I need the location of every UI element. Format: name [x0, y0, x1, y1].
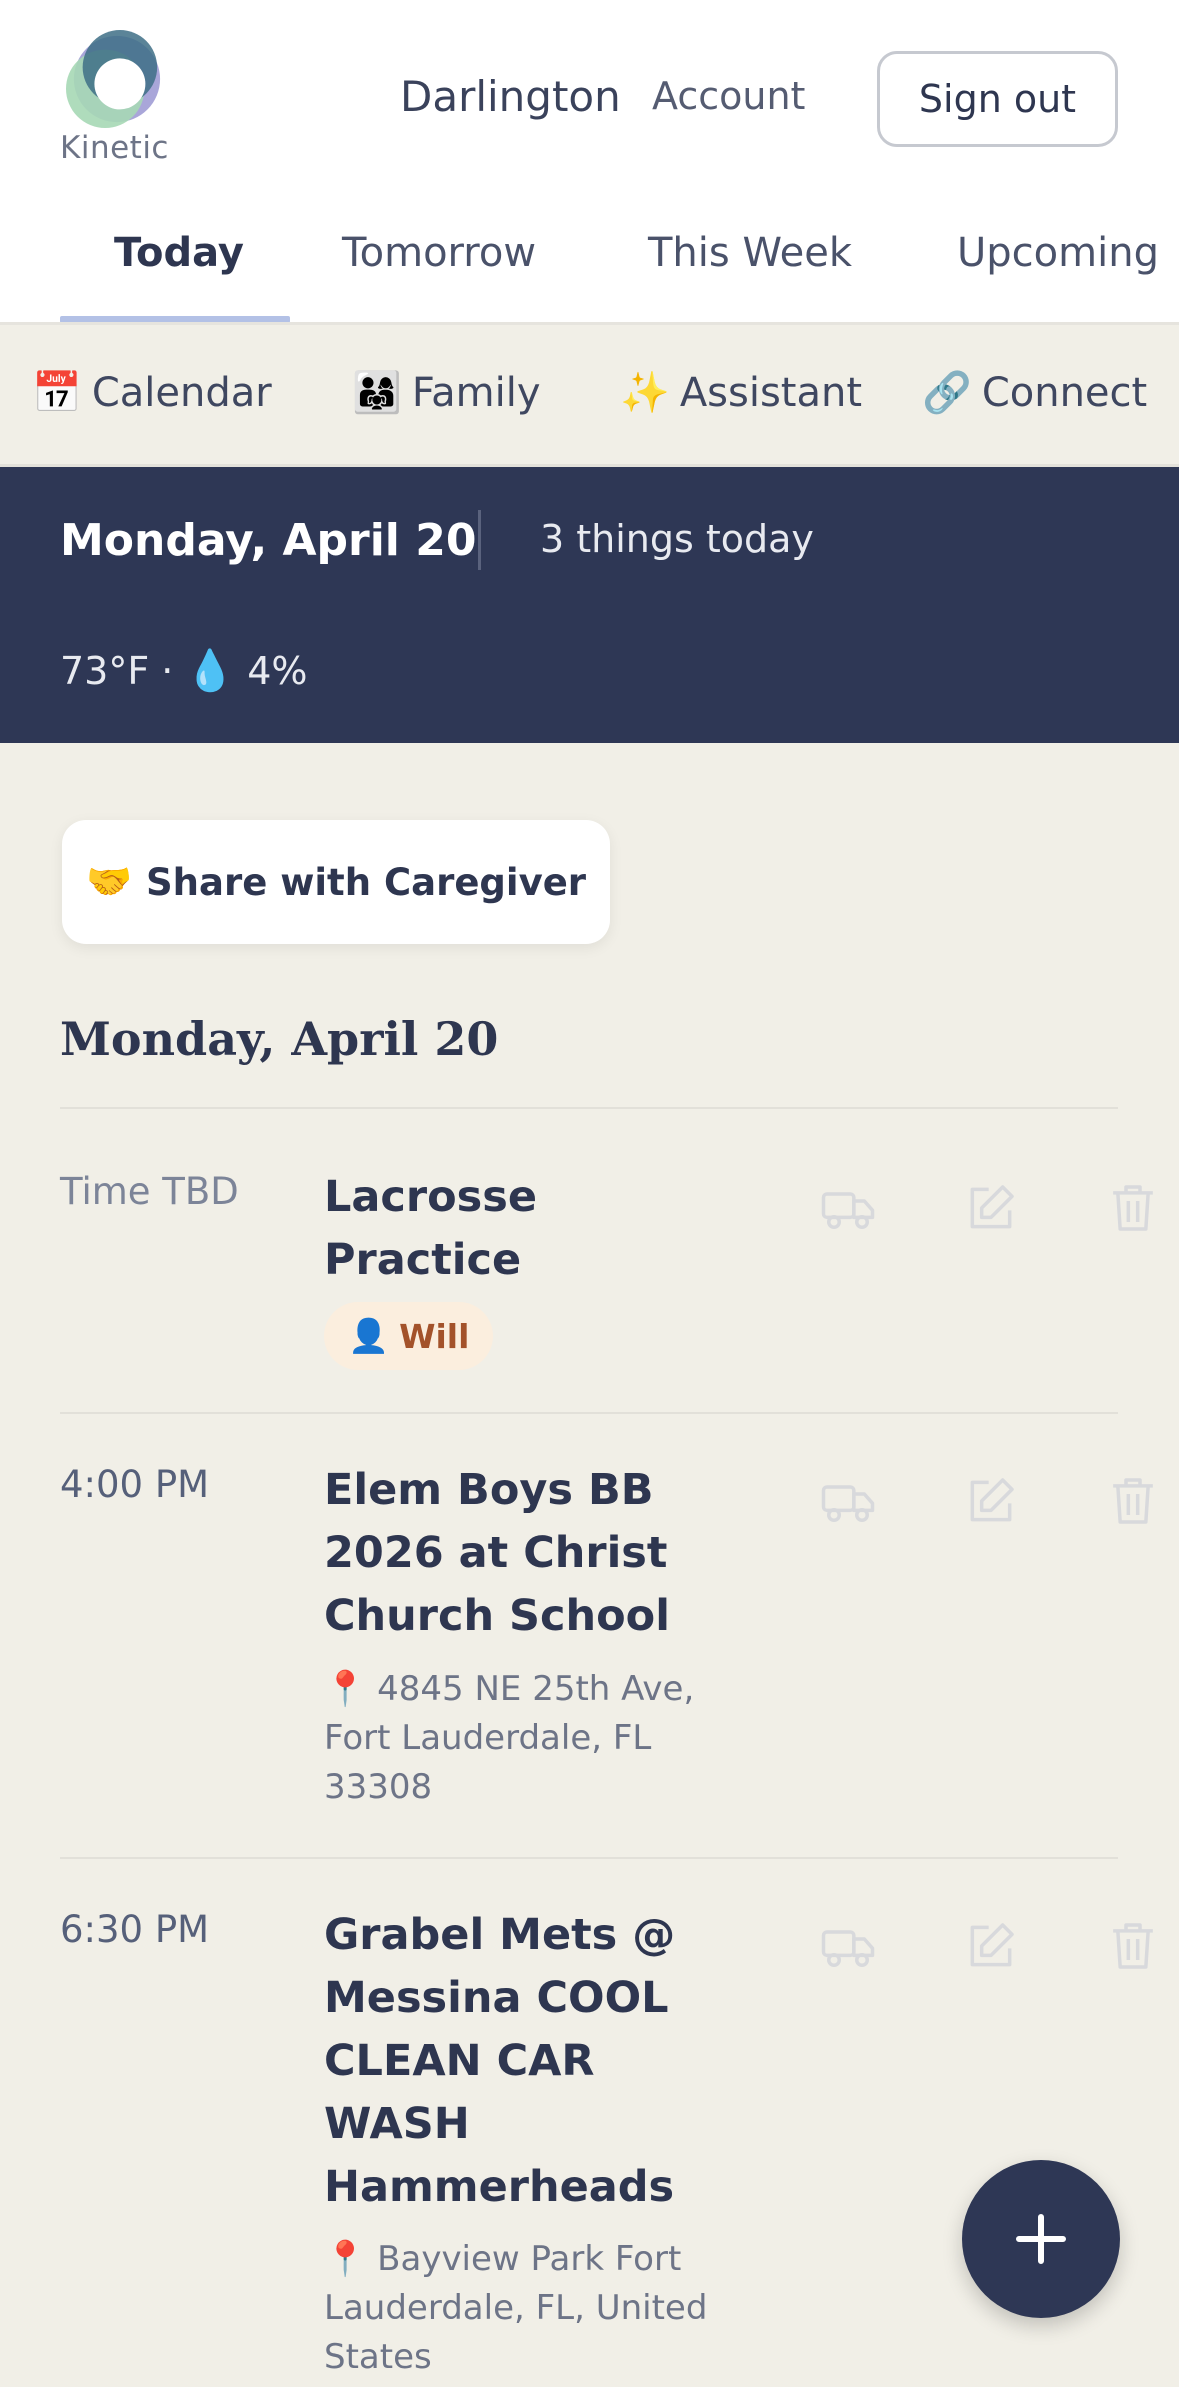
banner-date: Monday, April 20 — [60, 515, 477, 566]
person-icon: 👤 — [348, 1316, 390, 1355]
nav-assistant-label: Assistant — [679, 369, 863, 416]
event-actions — [760, 1918, 1153, 1978]
event-title: Elem Boys BB 2026 at Christ Church Schoo… — [324, 1465, 670, 1641]
weather-summary: 73°F · 💧 4% — [60, 647, 307, 694]
assignee-badge[interactable]: 👤 Will — [324, 1302, 494, 1370]
things-count: 3 things today — [540, 517, 814, 561]
nav-assistant[interactable]: ✨ Assistant — [620, 369, 863, 417]
event-title: Grabel Mets @ Messina COOL CLEAN CAR WAS… — [324, 1910, 676, 2212]
divider — [60, 1412, 1118, 1414]
handshake-icon: 🤝 — [85, 860, 133, 903]
day-tabs: Today Tomorrow This Week Upcoming — [0, 200, 1179, 325]
date-banner: Monday, April 20 3 things today 73°F · 💧… — [0, 467, 1179, 743]
event-location: 📍 4845 NE 25th Ave, Fort Lauderdale, FL … — [324, 1665, 744, 1812]
event-title: Lacrosse Practice — [324, 1172, 538, 1285]
event-item[interactable]: Time TBD Lacrosse Practice 👤 Will — [60, 1170, 1153, 1410]
nav-calendar[interactable]: 📅 Calendar — [32, 369, 272, 417]
pin-icon: 📍 — [324, 1669, 367, 1709]
share-label: Share with Caregiver — [146, 860, 587, 904]
sign-out-button[interactable]: Sign out — [877, 51, 1118, 147]
share-with-caregiver-button[interactable]: 🤝 Share with Caregiver — [62, 820, 610, 944]
event-time: 6:30 PM — [60, 1908, 210, 1951]
calendar-icon: 📅 — [32, 370, 82, 416]
event-actions — [760, 1473, 1153, 1533]
banner-divider — [478, 510, 481, 570]
tab-upcoming[interactable]: Upcoming — [957, 230, 1159, 276]
trash-icon[interactable] — [1105, 1473, 1161, 1529]
day-heading: Monday, April 20 — [60, 1012, 499, 1066]
car-icon[interactable] — [820, 1180, 876, 1236]
nav-connect-label: Connect — [981, 369, 1148, 416]
plus-icon — [1016, 2214, 1066, 2264]
active-tab-indicator — [60, 316, 290, 322]
tab-tomorrow[interactable]: Tomorrow — [342, 230, 536, 276]
logo-text: Kinetic — [60, 130, 169, 166]
link-icon: 🔗 — [922, 370, 972, 416]
raindrop-icon: 💧 — [185, 648, 236, 694]
event-address[interactable]: 4845 NE 25th Ave, Fort Lauderdale, FL 33… — [324, 1669, 694, 1807]
divider — [60, 1857, 1118, 1859]
account-link[interactable]: Account — [652, 74, 805, 118]
edit-icon[interactable] — [963, 1473, 1019, 1529]
temperature: 73°F · — [60, 648, 174, 693]
kinetic-logo[interactable]: Kinetic — [60, 30, 170, 170]
edit-icon[interactable] — [963, 1918, 1019, 1974]
nav-family[interactable]: 👨‍👩‍👧 Family — [352, 369, 541, 417]
tab-this-week[interactable]: This Week — [648, 230, 852, 276]
precipitation: 4% — [247, 648, 308, 693]
car-icon[interactable] — [820, 1918, 876, 1974]
nav-family-label: Family — [411, 369, 541, 416]
event-item[interactable]: 6:30 PM Grabel Mets @ Messina COOL CLEAN… — [60, 1908, 1153, 2387]
event-address[interactable]: Bayview Park Fort Lauderdale, FL, United… — [324, 2239, 707, 2377]
kinetic-logo-icon — [66, 30, 161, 128]
event-location: 📍 Bayview Park Fort Lauderdale, FL, Unit… — [324, 2235, 744, 2382]
family-icon: 👨‍👩‍👧 — [352, 370, 402, 416]
divider — [60, 1107, 1118, 1109]
event-time: 4:00 PM — [60, 1463, 210, 1506]
section-nav: 📅 Calendar 👨‍👩‍👧 Family ✨ Assistant 🔗 Co… — [0, 325, 1179, 467]
pin-icon: 📍 — [324, 2239, 367, 2279]
nav-calendar-label: Calendar — [91, 369, 272, 416]
trash-icon[interactable] — [1105, 1180, 1161, 1236]
add-event-button[interactable] — [962, 2160, 1120, 2318]
event-item[interactable]: 4:00 PM Elem Boys BB 2026 at Christ Chur… — [60, 1463, 1153, 1813]
assignee-name: Will — [399, 1316, 470, 1356]
tab-today[interactable]: Today — [114, 230, 244, 276]
car-icon[interactable] — [820, 1473, 876, 1529]
edit-icon[interactable] — [963, 1180, 1019, 1236]
user-name-link[interactable]: Darlington — [400, 72, 621, 121]
event-time: Time TBD — [60, 1170, 239, 1213]
event-actions — [760, 1180, 1153, 1240]
nav-connect[interactable]: 🔗 Connect — [922, 369, 1148, 417]
app-header: Kinetic Darlington Account Sign out — [0, 0, 1179, 200]
sparkles-icon: ✨ — [620, 370, 670, 416]
trash-icon[interactable] — [1105, 1918, 1161, 1974]
